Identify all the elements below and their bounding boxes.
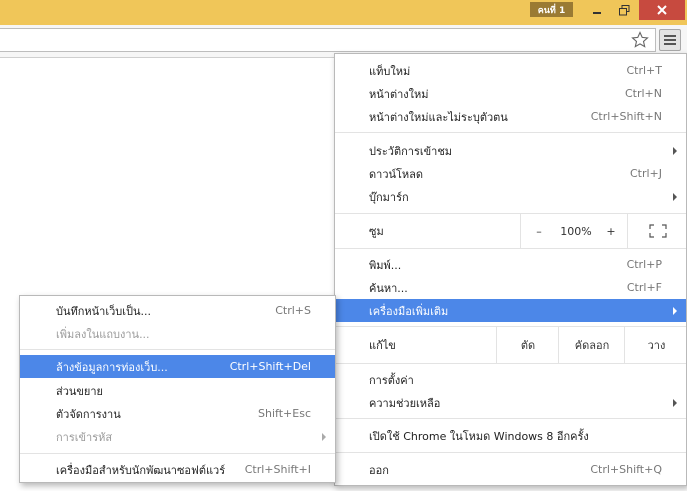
menu-item-bookmarks[interactable]: บุ๊กมาร์ก	[335, 185, 686, 208]
menu-separator	[20, 453, 335, 454]
submenu-item-developer-tools[interactable]: เครื่องมือสำหรับนักพัฒนาซอฟต์แวร์ Ctrl+S…	[20, 458, 335, 481]
zoom-out-button[interactable]: –	[520, 214, 557, 248]
menu-item-shortcut: Ctrl+Shift+I	[244, 463, 311, 476]
menu-item-shortcut: Ctrl+F	[626, 281, 662, 294]
chrome-menu-button[interactable]	[659, 29, 681, 51]
menu-item-exit[interactable]: ออก Ctrl+Shift+Q	[335, 458, 686, 481]
menu-item-label: ประวัติการเข้าชม	[369, 144, 453, 158]
zoom-value-label: 100%	[560, 224, 592, 238]
menu-item-label: เครื่องมือสำหรับนักพัฒนาซอฟต์แวร์	[56, 463, 226, 477]
menu-separator	[335, 452, 686, 453]
submenu-item-clear-browsing-data[interactable]: ล้างข้อมูลการท่องเว็บ... Ctrl+Shift+Del	[20, 355, 335, 378]
menu-item-shortcut: Ctrl+J	[629, 167, 662, 180]
menu-item-new-window[interactable]: หน้าต่างใหม่ Ctrl+N	[335, 82, 686, 105]
menu-item-label: การตั้งค่า	[369, 373, 414, 387]
menu-item-label: บันทึกหน้าเว็บเป็น...	[56, 304, 152, 318]
restore-button[interactable]	[611, 0, 637, 20]
bookmark-star-icon[interactable]	[630, 30, 650, 50]
menu-row-edit: แก้ไข ตัด คัดลอก วาง	[335, 327, 686, 363]
menu-item-more-tools[interactable]: เครื่องมือเพิ่มเติม	[335, 299, 686, 322]
cut-label: ตัด	[520, 339, 536, 352]
cut-button[interactable]: ตัด	[496, 327, 559, 363]
menu-item-new-tab[interactable]: แท็บใหม่ Ctrl+T	[335, 59, 686, 82]
menu-separator	[20, 349, 335, 350]
zoom-label: ซูม	[369, 225, 384, 238]
submenu-item-encoding[interactable]: การเข้ารหัส	[20, 425, 335, 448]
close-window-button[interactable]	[639, 0, 685, 20]
menu-item-help[interactable]: ความช่วยเหลือ	[335, 391, 686, 414]
menu-item-shortcut: Ctrl+N	[624, 87, 662, 100]
menu-item-label: เครื่องมือเพิ่มเติม	[369, 304, 449, 318]
menu-item-settings[interactable]: การตั้งค่า	[335, 368, 686, 391]
menu-item-label: ความช่วยเหลือ	[369, 396, 441, 410]
submenu-arrow-icon	[673, 146, 677, 155]
zoom-in-label: +	[606, 224, 616, 238]
menu-item-label: พิมพ์...	[369, 258, 402, 272]
zoom-in-button[interactable]: +	[596, 214, 626, 248]
chrome-main-menu: แท็บใหม่ Ctrl+T หน้าต่างใหม่ Ctrl+N หน้า…	[334, 53, 687, 486]
menu-item-shortcut: Ctrl+Shift+Del	[229, 360, 311, 373]
menu-item-shortcut: Ctrl+Shift+N	[590, 110, 662, 123]
submenu-item-save-page[interactable]: บันทึกหน้าเว็บเป็น... Ctrl+S	[20, 299, 335, 322]
zoom-out-label: –	[536, 224, 542, 238]
menu-item-label: หน้าต่างใหม่	[369, 87, 429, 101]
menu-separator	[335, 132, 686, 133]
menu-item-label: การเข้ารหัส	[56, 430, 113, 444]
submenu-item-extensions[interactable]: ส่วนขยาย	[20, 379, 335, 402]
menu-item-label: ส่วนขยาย	[56, 384, 103, 398]
menu-item-label: เพิ่มลงในแถบงาน...	[56, 327, 150, 341]
menu-separator	[335, 363, 686, 364]
menu-item-label: หน้าต่างใหม่และไม่ระบุตัวตน	[369, 110, 508, 124]
menu-item-find[interactable]: ค้นหา... Ctrl+F	[335, 276, 686, 299]
edit-label: แก้ไข	[369, 339, 396, 352]
menu-item-shortcut: Shift+Esc	[258, 407, 311, 420]
menu-item-label: ล้างข้อมูลการท่องเว็บ...	[56, 360, 168, 374]
address-bar[interactable]	[0, 28, 656, 52]
menu-separator	[335, 248, 686, 249]
hamburger-icon	[664, 35, 676, 45]
window-titlebar: คนที่ 1	[0, 0, 687, 25]
fullscreen-button[interactable]	[627, 214, 687, 248]
menu-item-downloads[interactable]: ดาวน์โหลด Ctrl+J	[335, 162, 686, 185]
menu-item-new-incognito-window[interactable]: หน้าต่างใหม่และไม่ระบุตัวตน Ctrl+Shift+N	[335, 105, 686, 128]
restore-icon	[618, 4, 629, 15]
more-tools-submenu: บันทึกหน้าเว็บเป็น... Ctrl+S เพิ่มลงในแถ…	[19, 295, 336, 483]
menu-item-label: แท็บใหม่	[369, 64, 411, 78]
minimize-icon	[593, 12, 601, 14]
zoom-level-value: 100%	[556, 214, 596, 248]
menu-item-label: ค้นหา...	[369, 281, 408, 295]
submenu-arrow-icon	[322, 432, 326, 441]
user-profile-badge[interactable]: คนที่ 1	[530, 2, 573, 17]
fullscreen-icon	[649, 224, 667, 238]
submenu-item-add-to-taskbar[interactable]: เพิ่มลงในแถบงาน...	[20, 322, 335, 345]
menu-item-shortcut: Ctrl+Shift+Q	[590, 463, 662, 476]
menu-row-zoom: ซูม – 100% +	[335, 214, 686, 248]
menu-item-relaunch-windows8[interactable]: เปิดใช้ Chrome ในโหมด Windows 8 อีกครั้ง	[335, 424, 686, 447]
minimize-button[interactable]	[584, 0, 610, 20]
menu-item-history[interactable]: ประวัติการเข้าชม	[335, 139, 686, 162]
menu-item-shortcut: Ctrl+T	[626, 64, 662, 77]
submenu-arrow-icon	[673, 306, 677, 315]
menu-item-label: ดาวน์โหลด	[369, 167, 424, 181]
menu-item-print[interactable]: พิมพ์... Ctrl+P	[335, 253, 686, 276]
paste-label: วาง	[647, 339, 666, 352]
copy-label: คัดลอก	[574, 339, 610, 352]
paste-button[interactable]: วาง	[624, 327, 687, 363]
menu-item-label: เปิดใช้ Chrome ในโหมด Windows 8 อีกครั้ง	[369, 429, 589, 443]
menu-item-shortcut: Ctrl+S	[275, 304, 311, 317]
menu-item-label: ออก	[369, 463, 389, 477]
submenu-arrow-icon	[673, 398, 677, 407]
submenu-item-task-manager[interactable]: ตัวจัดการงาน Shift+Esc	[20, 402, 335, 425]
close-icon	[657, 5, 667, 15]
menu-item-shortcut: Ctrl+P	[626, 258, 662, 271]
menu-item-label: ตัวจัดการงาน	[56, 407, 121, 421]
menu-separator	[335, 418, 686, 419]
menu-item-label: บุ๊กมาร์ก	[369, 190, 409, 204]
copy-button[interactable]: คัดลอก	[558, 327, 625, 363]
submenu-arrow-icon	[673, 192, 677, 201]
